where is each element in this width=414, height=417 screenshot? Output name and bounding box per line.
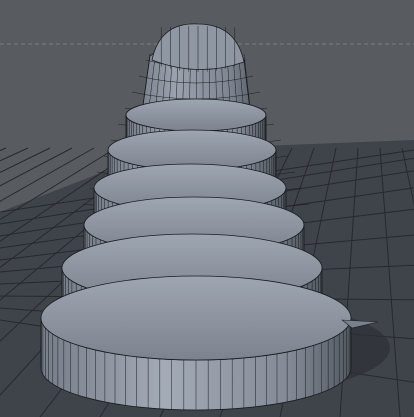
tier-top (40, 275, 352, 361)
scene-canvas[interactable] (0, 0, 414, 417)
tier-top (125, 98, 267, 132)
3d-viewport[interactable] (0, 0, 414, 417)
